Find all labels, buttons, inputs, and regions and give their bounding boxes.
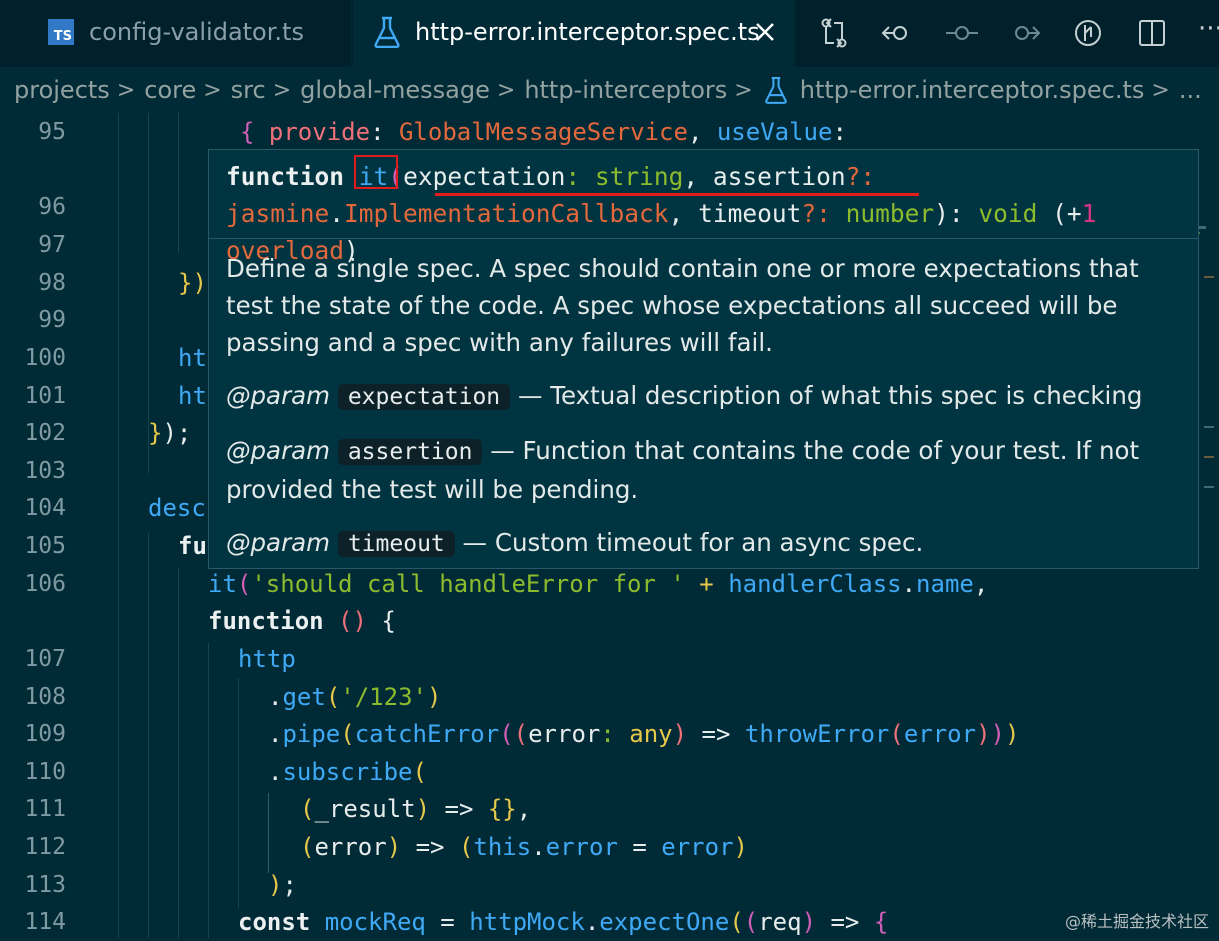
code-line: (error) => (this.error = error) <box>300 833 748 861</box>
breadcrumb-item[interactable]: projects <box>14 76 110 104</box>
breadcrumb-item[interactable]: src <box>231 76 266 104</box>
code-line: it('should call handleError for ' + hand… <box>208 570 989 598</box>
line-number: 102 <box>24 420 66 446</box>
param-timeout: @param timeout — Custom timeout for an a… <box>226 528 924 557</box>
line-number: 100 <box>24 345 66 371</box>
code-line: .get('/123') <box>268 683 442 711</box>
flask-icon <box>764 76 788 104</box>
line-number: 109 <box>24 721 66 747</box>
go-back-icon[interactable] <box>880 15 916 51</box>
indent-guide <box>208 643 209 938</box>
close-icon[interactable] <box>749 16 781 48</box>
line-number: 105 <box>24 533 66 559</box>
indent-guide <box>118 113 119 938</box>
hover-description: Define a single spec. A spec should cont… <box>226 254 1139 357</box>
chevron-right-icon: > <box>1151 77 1170 103</box>
line-number: 108 <box>24 684 66 710</box>
hover-divider <box>209 238 1198 239</box>
line-number: 103 <box>24 458 66 484</box>
indent-guide <box>178 113 179 253</box>
watermark: @稀土掘金技术社区 <box>1064 912 1209 931</box>
breadcrumb: projects > core > src > global-message >… <box>0 67 1219 113</box>
line-number: 96 <box>38 194 66 220</box>
line-number: 113 <box>24 872 66 898</box>
code-line: function () { <box>208 607 396 635</box>
tab-bar: TS config-validator.ts http-error.interc… <box>0 0 1219 67</box>
code-line: ht <box>178 344 207 372</box>
line-number: 97 <box>38 232 66 258</box>
code-line: .subscribe( <box>268 758 427 786</box>
tab-label: http-error.interceptor.spec.ts <box>415 18 760 46</box>
code-line: ); <box>268 871 297 899</box>
split-editor-icon[interactable] <box>1134 15 1170 51</box>
code-line: ht <box>178 382 207 410</box>
highlight-box <box>354 155 398 189</box>
line-number: 101 <box>24 383 66 409</box>
tab-config-validator[interactable]: TS config-validator.ts <box>0 0 352 67</box>
line-number: 114 <box>24 909 66 935</box>
breadcrumb-item[interactable]: core <box>144 76 196 104</box>
more-actions-icon[interactable]: ··· <box>1198 14 1219 44</box>
code-line: }) <box>178 269 207 297</box>
chevron-right-icon: > <box>272 77 292 103</box>
line-number: 111 <box>24 796 66 822</box>
hover-tooltip: function it(expectation: string, asserti… <box>208 149 1199 569</box>
chevron-right-icon: > <box>496 77 516 103</box>
breadcrumb-item[interactable]: http-interceptors <box>524 76 727 104</box>
breadcrumb-item[interactable]: http-error.interceptor.spec.ts <box>800 76 1145 104</box>
indent-guide <box>148 533 149 938</box>
param-assertion: @param assertion — Function that contain… <box>226 436 1140 504</box>
indent-guide <box>178 568 179 938</box>
code-line: { provide: GlobalMessageService, useValu… <box>240 118 847 146</box>
code-line: http <box>238 645 296 673</box>
code-line: .pipe(catchError((error: any) => throwEr… <box>268 720 1020 748</box>
line-number: 106 <box>24 571 66 597</box>
code-line: const mockReq = httpMock.expectOne((req)… <box>238 908 889 936</box>
code-line: (_result) => {}, <box>300 795 532 823</box>
code-line: desc <box>148 494 206 522</box>
chevron-right-icon: > <box>734 77 753 103</box>
breadcrumb-item[interactable]: ... <box>1179 76 1202 104</box>
indent-guide <box>238 678 239 908</box>
param-expectation: @param expectation — Textual description… <box>226 381 1143 410</box>
line-number: 104 <box>24 495 66 521</box>
line-number: 110 <box>24 759 66 785</box>
indent-guide <box>268 793 269 873</box>
go-forward-icon[interactable] <box>1006 15 1042 51</box>
go-forward-circle-icon[interactable] <box>944 15 980 51</box>
tab-http-error-interceptor-spec[interactable]: http-error.interceptor.spec.ts <box>353 0 795 67</box>
tab-label: config-validator.ts <box>89 18 304 46</box>
flask-icon <box>374 16 400 48</box>
breadcrumb-item[interactable]: global-message <box>300 76 490 104</box>
line-number: 107 <box>24 646 66 672</box>
line-number: 112 <box>24 834 66 860</box>
chevron-right-icon: > <box>116 77 136 103</box>
line-number: 99 <box>38 307 66 333</box>
line-number: 98 <box>38 270 66 296</box>
highlight-underline <box>435 193 919 196</box>
chevron-right-icon: > <box>203 77 222 103</box>
compare-changes-icon[interactable] <box>816 15 852 51</box>
typescript-file-icon: TS <box>48 19 74 45</box>
line-number: 95 <box>38 119 66 145</box>
code-line: fu <box>178 532 207 560</box>
code-line: }); <box>148 419 192 447</box>
timeline-icon[interactable] <box>1070 15 1106 51</box>
